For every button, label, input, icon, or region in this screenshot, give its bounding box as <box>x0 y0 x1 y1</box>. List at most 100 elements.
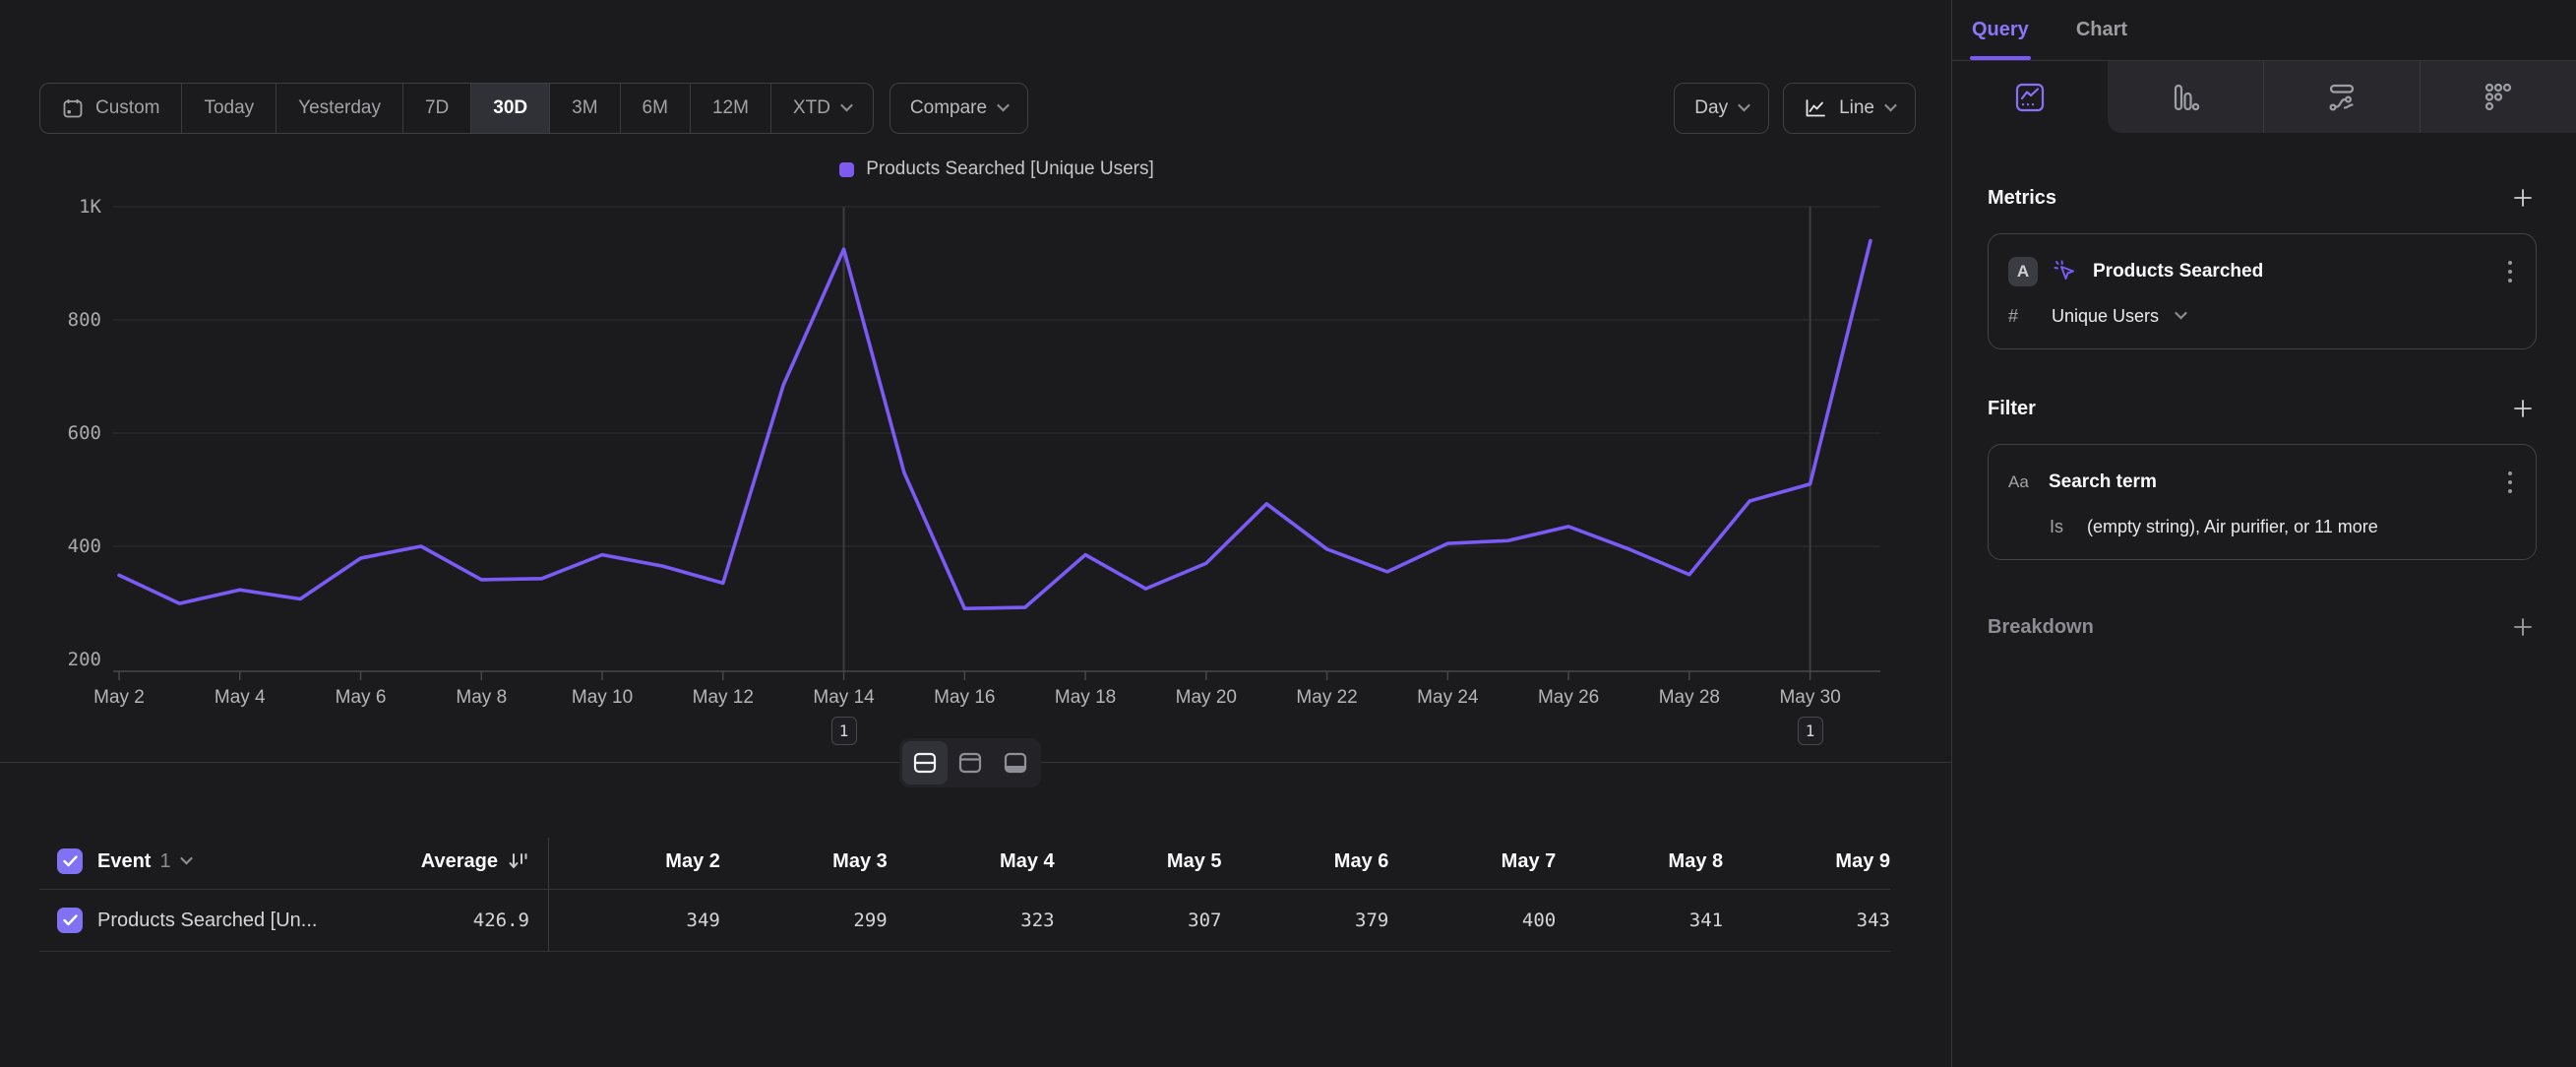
tab-chart[interactable]: Chart <box>2076 0 2127 60</box>
metrics-section-header: Metrics <box>1988 184 2537 212</box>
y-axis-labels: 2004006008001K <box>0 189 113 750</box>
table-col-header: May 2 <box>553 850 720 873</box>
chart-only-icon <box>957 751 983 775</box>
line-chart-svg <box>113 189 1880 681</box>
select-all-checkbox[interactable] <box>57 848 83 874</box>
main-area: Custom Today Yesterday 7D 30D 3M 6M 12M … <box>0 0 1951 1067</box>
annotation-badge[interactable]: 1 <box>1798 717 1823 745</box>
x-axis-tick-label: May 8 <box>456 687 507 709</box>
chevron-down-icon <box>840 98 853 111</box>
table-cell-value: 341 <box>1556 910 1723 931</box>
range-7d[interactable]: 7D <box>402 84 470 133</box>
range-custom[interactable]: Custom <box>40 84 181 133</box>
chevron-down-icon[interactable] <box>2175 307 2187 320</box>
table-cell-value: 307 <box>1055 910 1222 931</box>
range-12m[interactable]: 12M <box>690 84 770 133</box>
aggregation-type-glyph: # <box>2008 306 2034 327</box>
table-cell-value: 400 <box>1388 910 1556 931</box>
tab-funnels[interactable] <box>2108 61 2263 133</box>
metric-letter-badge: A <box>2008 257 2038 286</box>
event-column-header: Event <box>97 850 151 873</box>
table-column-separator <box>548 838 549 951</box>
y-axis-tick-label: 400 <box>68 535 101 557</box>
table-cell-value: 299 <box>720 910 888 931</box>
compare-button[interactable]: Compare <box>889 83 1028 134</box>
table-col-header: May 3 <box>720 850 888 873</box>
y-axis-tick-label: 600 <box>68 422 101 444</box>
tab-retention[interactable] <box>2420 61 2576 133</box>
chevron-down-icon <box>1738 98 1750 111</box>
aggregation-selector[interactable]: Unique Users <box>2052 306 2159 327</box>
event-cursor-icon <box>2053 259 2078 284</box>
breakdown-title: Breakdown <box>1988 616 2094 639</box>
x-axis-tick-label: May 24 <box>1417 687 1478 709</box>
layout-chart-only-button[interactable] <box>948 741 993 785</box>
flows-icon <box>2325 81 2359 114</box>
split-view-icon <box>912 751 938 775</box>
x-axis-tick-label: May 30 <box>1779 687 1840 709</box>
filter-value[interactable]: (empty string), Air purifier, or 11 more <box>2087 517 2378 537</box>
check-icon <box>63 914 78 926</box>
range-label: Custom <box>95 97 159 119</box>
row-checkbox[interactable] <box>57 908 83 933</box>
chevron-down-icon[interactable] <box>180 851 193 864</box>
results-table: Event 1 Average May 2May 3May 4May 5May … <box>39 834 1890 952</box>
plus-icon <box>2513 617 2533 637</box>
metrics-title: Metrics <box>1988 187 2056 210</box>
y-axis-tick-label: 800 <box>68 309 101 331</box>
range-30d[interactable]: 30D <box>470 84 549 133</box>
layout-table-only-button[interactable] <box>993 741 1038 785</box>
metric-card[interactable]: A Products Searched # Unique Users <box>1988 233 2537 349</box>
legend-swatch <box>839 162 854 177</box>
insights-icon <box>2013 81 2047 114</box>
range-yesterday[interactable]: Yesterday <box>276 84 402 133</box>
filter-kebab-menu[interactable] <box>2504 465 2516 499</box>
table-col-header: May 6 <box>1222 850 1389 873</box>
metric-kebab-menu[interactable] <box>2504 254 2516 288</box>
row-event-name: Products Searched [Un... <box>97 910 317 932</box>
row-average-value: 426.9 <box>473 910 529 931</box>
table-col-header: May 5 <box>1055 850 1222 873</box>
breakdown-section-header: Breakdown <box>1988 613 2537 641</box>
x-axis-tick-label: May 2 <box>93 687 145 709</box>
filter-card[interactable]: Aa Search term Is (empty string), Air pu… <box>1988 444 2537 560</box>
layout-split-view-button[interactable] <box>902 741 948 785</box>
calendar-icon <box>62 97 84 119</box>
layout-toggle-group <box>899 738 1041 787</box>
range-xtd[interactable]: XTD <box>770 84 873 133</box>
add-metric-button[interactable] <box>2509 184 2537 212</box>
filter-operator[interactable]: Is <box>2050 517 2063 537</box>
range-today[interactable]: Today <box>181 84 276 133</box>
chart-table-divider <box>0 762 1951 763</box>
string-type-icon: Aa <box>2008 472 2034 492</box>
annotation-badge[interactable]: 1 <box>831 717 857 745</box>
x-axis-tick-label: May 6 <box>336 687 387 709</box>
granularity-button[interactable]: Day <box>1674 83 1769 134</box>
x-axis-tick-label: May 18 <box>1055 687 1116 709</box>
tab-insights[interactable] <box>1952 61 2108 133</box>
x-axis-tick-label: May 14 <box>813 687 874 709</box>
line-chart-icon <box>1804 97 1827 119</box>
table-cell-value: 343 <box>1723 910 1890 931</box>
table-cell-value: 379 <box>1222 910 1389 931</box>
add-breakdown-button[interactable] <box>2509 613 2537 641</box>
x-axis-tick-label: May 28 <box>1659 687 1720 709</box>
tab-query[interactable]: Query <box>1972 0 2029 60</box>
tab-flows[interactable] <box>2263 61 2420 133</box>
sidebar-content: Metrics A Products Searched # U <box>1952 184 2576 641</box>
chart-type-button[interactable]: Line <box>1783 83 1916 134</box>
x-axis-tick-label: May 12 <box>693 687 754 709</box>
event-count: 1 <box>159 850 170 873</box>
y-axis-tick-label: 200 <box>68 649 101 670</box>
range-6m[interactable]: 6M <box>620 84 690 133</box>
sidebar-tabs: Query Chart <box>1952 0 2576 61</box>
x-axis-tick-label: May 4 <box>215 687 266 709</box>
range-3m[interactable]: 3M <box>549 84 619 133</box>
table-row: Products Searched [Un... 426.9 349299323… <box>39 890 1890 951</box>
funnels-icon <box>2169 81 2202 114</box>
x-axis-tick-label: May 10 <box>572 687 633 709</box>
line-chart-plot[interactable]: May 2May 4May 6May 8May 10May 12May 14Ma… <box>113 189 1880 750</box>
sort-icon[interactable] <box>508 851 529 871</box>
report-type-tabs <box>1952 61 2576 133</box>
add-filter-button[interactable] <box>2509 395 2537 422</box>
